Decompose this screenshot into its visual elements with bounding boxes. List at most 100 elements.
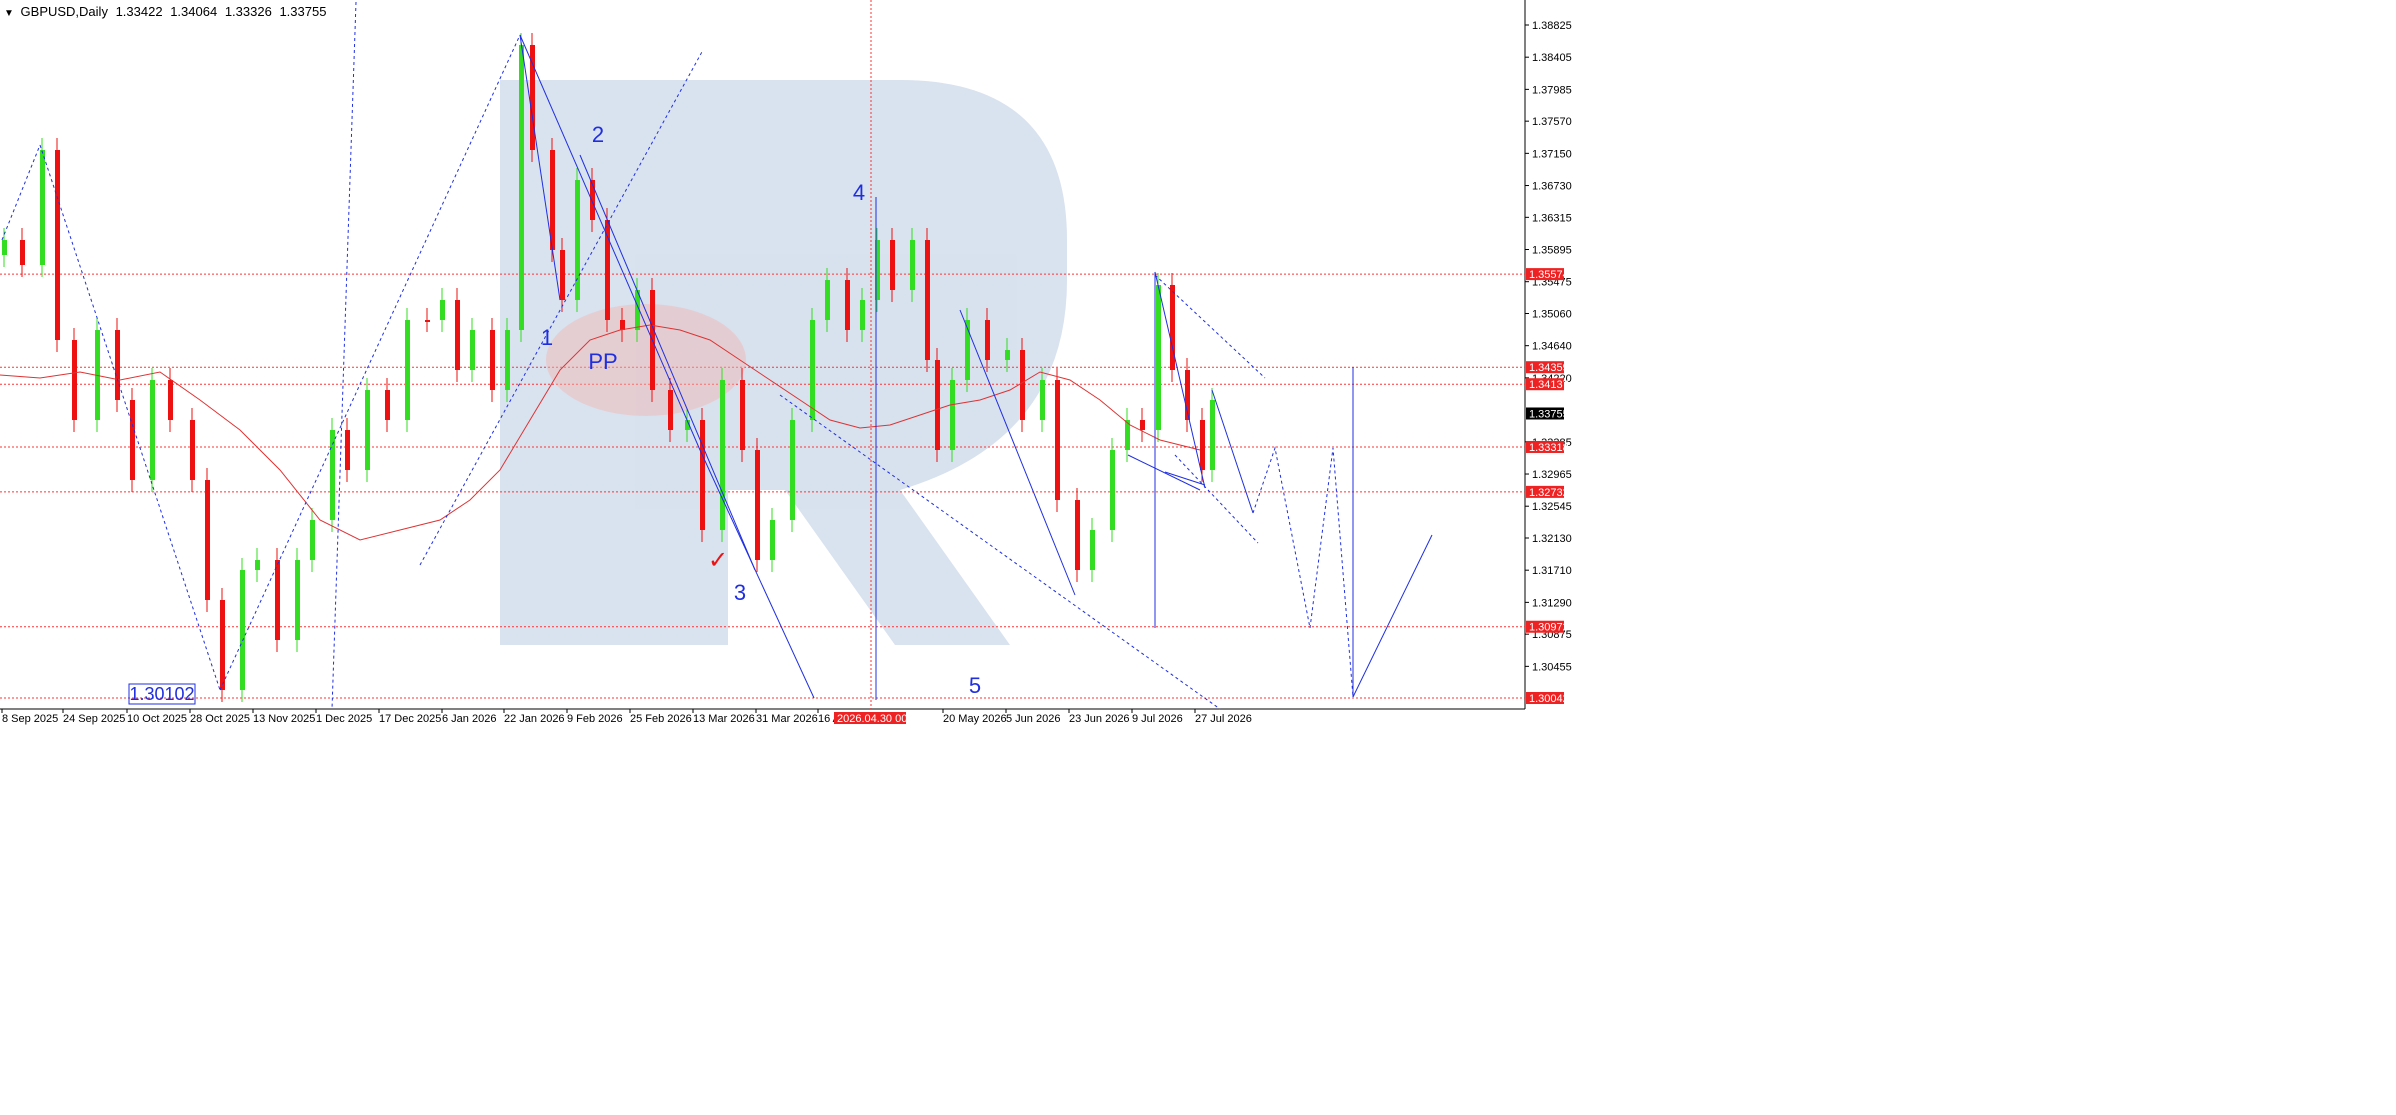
- x-tick-label: 6 Jan 2026: [442, 713, 496, 725]
- candle-body: [925, 240, 930, 360]
- candle-body: [20, 240, 25, 265]
- wave-dashed-line: [331, 1, 357, 710]
- candle-body: [1040, 380, 1045, 420]
- wave-label-5: 5: [969, 673, 981, 698]
- candle-body: [1075, 500, 1080, 570]
- candle-body: [220, 600, 225, 690]
- price-level-label: 1.32732: [1529, 487, 1569, 499]
- candle-body: [440, 300, 445, 320]
- candle-body: [190, 420, 195, 480]
- y-tick-label: 1.38405: [1532, 52, 1572, 64]
- price-level-label: 1.35574: [1529, 269, 1569, 281]
- candle-body: [275, 560, 280, 640]
- dropdown-triangle-icon[interactable]: ▼: [4, 8, 14, 19]
- watermark-r-bowl: [728, 305, 948, 420]
- y-tick-label: 1.32965: [1532, 469, 1572, 481]
- wave-dashed-line: [1252, 446, 1354, 698]
- candle-body: [365, 390, 370, 470]
- candle-body: [590, 180, 595, 220]
- candle-body: [605, 220, 610, 320]
- high-value: 1.34064: [170, 4, 218, 19]
- open-value: 1.33422: [115, 4, 163, 19]
- candle-body: [1020, 350, 1025, 420]
- candle-body: [115, 330, 120, 400]
- x-tick-label: 22 Jan 2026: [504, 713, 565, 725]
- x-tick-label: 27 Jul 2026: [1195, 713, 1252, 725]
- candle-body: [668, 390, 673, 430]
- y-tick-label: 1.34640: [1532, 341, 1572, 353]
- symbol-label: GBPUSD,Daily: [20, 4, 108, 19]
- candle-body: [490, 330, 495, 390]
- candle-body: [700, 420, 705, 530]
- wave-dashed-line: [1, 144, 41, 241]
- candle-body: [150, 380, 155, 480]
- y-tick-label: 1.32130: [1532, 533, 1572, 545]
- candle-body: [910, 240, 915, 290]
- x-tick-label: 17 Dec 2025: [379, 713, 441, 725]
- candle-body: [425, 320, 430, 322]
- candle-body: [720, 380, 725, 530]
- y-tick-label: 1.37150: [1532, 148, 1572, 160]
- candle-body: [1055, 380, 1060, 500]
- wave-label-1: 1: [541, 325, 553, 350]
- candle-body: [130, 400, 135, 480]
- y-tick-label: 1.37985: [1532, 84, 1572, 96]
- x-tick-label: 28 Oct 2025: [190, 713, 250, 725]
- checkmark-icon: ✓: [708, 547, 728, 574]
- candle-body: [950, 380, 955, 450]
- candle-body: [40, 150, 45, 265]
- wave-label-pp: PP: [588, 349, 617, 374]
- y-tick-label: 1.31290: [1532, 597, 1572, 609]
- wave-label-4: 4: [853, 180, 865, 205]
- wave-label-3: 3: [734, 580, 746, 605]
- candle-body: [385, 390, 390, 420]
- candle-body: [620, 320, 625, 330]
- price-level-label: 1.34137: [1529, 379, 1569, 391]
- y-tick-label: 1.36315: [1532, 212, 1572, 224]
- candle-body: [505, 330, 510, 390]
- candle-body: [455, 300, 460, 370]
- candle-body: [825, 280, 830, 320]
- candle-body: [1200, 420, 1205, 470]
- candle-body: [55, 150, 60, 340]
- candle-body: [935, 360, 940, 450]
- candle-body: [240, 570, 245, 690]
- x-tick-label: 13 Mar 2026: [693, 713, 755, 725]
- price-level-label: 1.30972: [1529, 622, 1569, 634]
- price-level-label: 1.30042: [1529, 693, 1569, 705]
- candle-body: [205, 480, 210, 600]
- wave-label-2: 2: [592, 122, 604, 147]
- x-tick-label: 9 Feb 2026: [567, 713, 623, 725]
- crosshair-time-label: 2026.04.30 00:00: [837, 713, 923, 725]
- y-tick-label: 1.31710: [1532, 565, 1572, 577]
- y-tick-label: 1.38825: [1532, 20, 1572, 32]
- pivot-zone-ellipse: [546, 304, 746, 416]
- candle-body: [2, 240, 7, 255]
- candle-body: [1090, 530, 1095, 570]
- candle-body: [1210, 400, 1215, 470]
- candle-body: [790, 420, 795, 520]
- candle-body: [1005, 350, 1010, 360]
- candle-body: [890, 240, 895, 290]
- candle-body: [72, 340, 77, 420]
- candle-body: [470, 330, 475, 370]
- candle-body: [810, 320, 815, 420]
- candle-body: [255, 560, 260, 570]
- x-tick-label: 10 Oct 2025: [127, 713, 187, 725]
- candle-body: [770, 520, 775, 560]
- wave-line: [1211, 389, 1254, 514]
- chart-area: 1.38825 1.38405 1.37985 1.37570 1.37150 1.367…: [0, 0, 2396, 1110]
- candle-body: [985, 320, 990, 360]
- x-tick-label: 1 Dec 2025: [316, 713, 372, 725]
- candle-body: [845, 280, 850, 330]
- close-value: 1.33755: [279, 4, 327, 19]
- candle-body: [755, 450, 760, 560]
- x-tick-label: 5 Jun 2026: [1006, 713, 1060, 725]
- candle-body: [310, 520, 315, 560]
- low-annotation-label: 1.30102: [129, 684, 194, 704]
- candle-body: [740, 380, 745, 450]
- candlestick-chart: 1.38825 1.38405 1.37985 1.37570 1.37150 1.367…: [0, 0, 1572, 725]
- candle-body: [1110, 450, 1115, 530]
- candle-body: [575, 180, 580, 300]
- candle-body: [860, 300, 865, 330]
